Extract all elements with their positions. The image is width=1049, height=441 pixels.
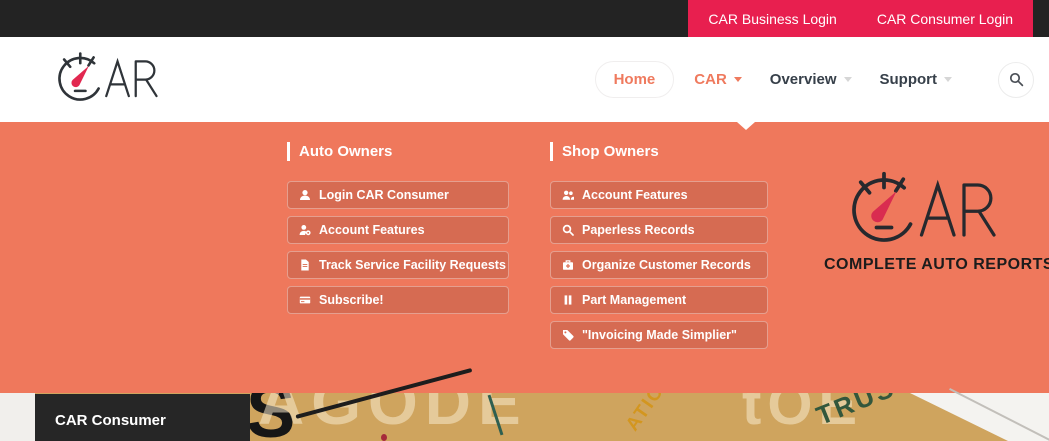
consumer-login-button[interactable]: CAR Consumer Login: [857, 0, 1033, 37]
car-mega-dropdown: Auto Owners Login CAR Consumer Account F…: [0, 122, 1049, 393]
briefcase-plus-icon: [563, 260, 573, 270]
menu-item-part-management[interactable]: Part Management: [550, 286, 768, 314]
brand-wordmark: COMPLETE AUTO REPORTS: [824, 256, 1049, 273]
user-icon: [300, 190, 310, 200]
hero-collage-mark: [381, 434, 387, 441]
hero-collage-letter: S: [246, 393, 296, 441]
nav-item-overview[interactable]: Overview: [770, 71, 852, 88]
users-icon: [562, 190, 574, 200]
login-button-group: CAR Business Login CAR Consumer Login: [688, 0, 1033, 37]
car-consumer-panel: CAR Consumer: [35, 394, 250, 441]
hero-collage-word-green: TRUST: [812, 393, 918, 431]
pause-icon: [564, 295, 572, 305]
hero-collage-word-faint: tOE: [742, 393, 864, 437]
card-icon: [299, 296, 311, 304]
search-icon: [562, 224, 574, 236]
menu-item-label: Account Features: [319, 223, 425, 237]
chevron-down-icon: [733, 77, 742, 82]
auto-owners-title: Auto Owners: [287, 142, 515, 161]
menu-item-label: Part Management: [582, 293, 687, 307]
menu-item-login-car-consumer[interactable]: Login CAR Consumer: [287, 181, 509, 209]
menu-item-subscribe[interactable]: Subscribe!: [287, 286, 509, 314]
nav-menu: Home CAR Overview Support: [594, 61, 1034, 98]
brand-block: COMPLETE AUTO REPORTS: [824, 170, 1049, 274]
panel-title: CAR Consumer: [55, 412, 166, 429]
menu-item-organize-customer-records[interactable]: Organize Customer Records: [550, 251, 768, 279]
nav-car-label: CAR: [694, 71, 727, 88]
user-gear-icon: [299, 225, 311, 236]
business-login-button[interactable]: CAR Business Login: [688, 0, 856, 37]
search-button[interactable]: [998, 61, 1034, 98]
menu-item-invoicing-made-simplier[interactable]: "Invoicing Made Simplier": [550, 321, 768, 349]
auto-owners-column: Auto Owners Login CAR Consumer Account F…: [287, 142, 515, 321]
nav-support-label: Support: [879, 71, 938, 88]
page: CAR Business Login CAR Consumer Login Ho…: [0, 0, 1049, 441]
dropdown-notch: [737, 122, 755, 130]
nav-home-label: Home: [613, 71, 656, 88]
car-gauge-logo-large-icon: [849, 171, 999, 249]
logo-link[interactable]: [56, 51, 160, 108]
menu-item-label: Track Service Facility Requests: [319, 258, 506, 272]
menu-item-label: Subscribe!: [319, 293, 384, 307]
menu-item-track-service-requests[interactable]: Track Service Facility Requests: [287, 251, 509, 279]
hero-paper-corner-left: [0, 393, 35, 441]
menu-item-label: Login CAR Consumer: [319, 188, 449, 202]
chevron-down-icon: [944, 77, 952, 82]
menu-item-label: Account Features: [582, 188, 688, 202]
chevron-down-icon: [843, 77, 852, 82]
top-bar: CAR Business Login CAR Consumer Login: [0, 0, 1049, 37]
car-gauge-logo-icon: [56, 51, 160, 108]
tag-icon: [563, 330, 574, 341]
shop-owners-title: Shop Owners: [550, 142, 774, 161]
menu-item-label: Organize Customer Records: [582, 258, 751, 272]
nav-overview-label: Overview: [769, 71, 837, 88]
menu-item-account-features-shop[interactable]: Account Features: [550, 181, 768, 209]
menu-item-paperless-records[interactable]: Paperless Records: [550, 216, 768, 244]
navbar: Home CAR Overview Support: [0, 37, 1049, 122]
menu-item-label: "Invoicing Made Simplier": [582, 328, 737, 342]
hero-collage-word-orange: ATIONS?: [622, 393, 695, 436]
nav-item-support[interactable]: Support: [879, 71, 952, 88]
file-icon: [301, 259, 309, 271]
nav-item-home[interactable]: Home: [594, 61, 675, 98]
menu-item-account-features-auto[interactable]: Account Features: [287, 216, 509, 244]
nav-item-car[interactable]: CAR: [694, 71, 742, 88]
shop-owners-column: Shop Owners Account Features Paperless R…: [550, 142, 774, 356]
search-icon: [1009, 72, 1023, 87]
menu-item-label: Paperless Records: [582, 223, 695, 237]
